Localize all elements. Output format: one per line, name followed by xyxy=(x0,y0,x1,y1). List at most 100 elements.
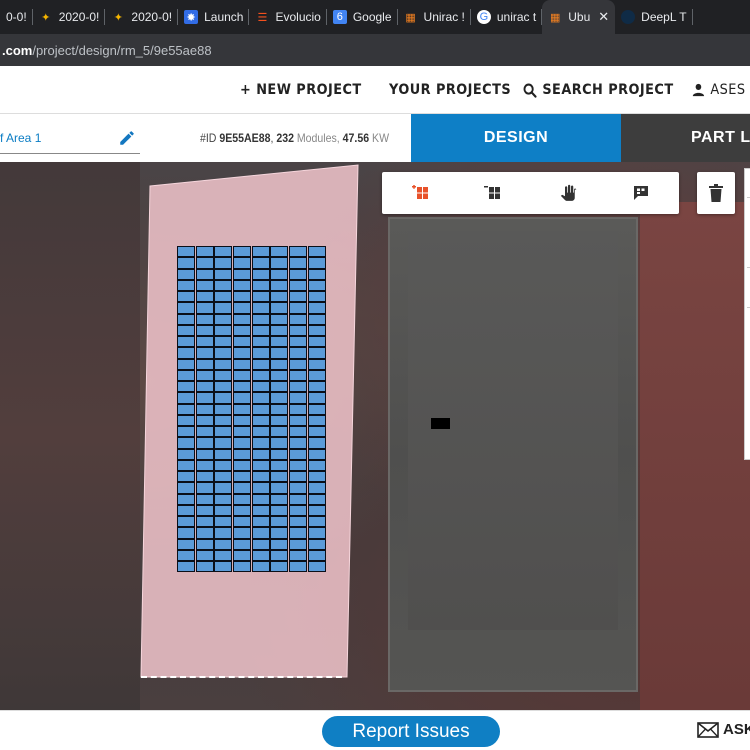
solar-panel[interactable] xyxy=(233,403,252,415)
new-project-link[interactable]: + NEW PROJECT xyxy=(240,82,362,98)
solar-panel[interactable] xyxy=(177,347,195,359)
solar-panel[interactable] xyxy=(307,291,326,303)
solar-panel[interactable] xyxy=(307,302,326,314)
solar-panel[interactable] xyxy=(251,268,270,280)
solar-panel[interactable] xyxy=(251,527,270,539)
solar-panel[interactable] xyxy=(289,561,308,573)
solar-panel[interactable] xyxy=(251,561,270,573)
browser-tab[interactable]: 0-0! xyxy=(0,0,33,34)
solar-panel[interactable] xyxy=(307,381,326,393)
solar-panel[interactable] xyxy=(270,516,289,528)
solar-panel[interactable] xyxy=(177,527,195,539)
solar-panel[interactable] xyxy=(195,324,214,336)
solar-panel[interactable] xyxy=(289,459,308,471)
solar-panel[interactable] xyxy=(251,302,270,314)
solar-panel[interactable] xyxy=(233,504,252,516)
solar-panel[interactable] xyxy=(307,448,326,460)
solar-panel[interactable] xyxy=(195,392,214,404)
solar-panel[interactable] xyxy=(233,324,252,336)
solar-panel[interactable] xyxy=(177,493,195,505)
solar-panel[interactable] xyxy=(195,403,214,415)
solar-panel[interactable] xyxy=(270,347,289,359)
browser-tab[interactable]: ▦ Ubu ✕ xyxy=(542,0,616,34)
solar-panel[interactable] xyxy=(233,561,252,573)
solar-panel[interactable] xyxy=(307,482,326,494)
solar-panel[interactable] xyxy=(289,471,308,483)
solar-panel[interactable] xyxy=(251,313,270,325)
solar-panel[interactable] xyxy=(195,561,214,573)
solar-panel[interactable] xyxy=(233,336,252,348)
side-panel-edge[interactable] xyxy=(744,168,750,460)
solar-panel[interactable] xyxy=(289,538,308,550)
solar-panel[interactable] xyxy=(251,392,270,404)
solar-panel[interactable] xyxy=(289,336,308,348)
solar-panel[interactable] xyxy=(307,403,326,415)
solar-panel[interactable] xyxy=(233,493,252,505)
solar-panel[interactable] xyxy=(177,516,195,528)
solar-panel[interactable] xyxy=(307,268,326,280)
solar-panel[interactable] xyxy=(270,414,289,426)
solar-panel[interactable] xyxy=(289,549,308,561)
solar-panel[interactable] xyxy=(307,257,326,269)
solar-panel[interactable] xyxy=(307,493,326,505)
solar-panel[interactable] xyxy=(177,482,195,494)
solar-panel[interactable] xyxy=(251,246,270,258)
solar-panel[interactable] xyxy=(214,392,233,404)
solar-panel[interactable] xyxy=(214,279,233,291)
solar-panel[interactable] xyxy=(214,527,233,539)
solar-panel[interactable] xyxy=(289,358,308,370)
solar-panel[interactable] xyxy=(177,561,195,573)
solar-panel[interactable] xyxy=(195,381,214,393)
report-issues-button[interactable]: Report Issues xyxy=(322,716,500,747)
solar-panel[interactable] xyxy=(195,516,214,528)
browser-tab[interactable]: ▦ Unirac ! xyxy=(398,0,471,34)
solar-panel[interactable] xyxy=(233,347,252,359)
solar-panel[interactable] xyxy=(214,471,233,483)
solar-panel[interactable] xyxy=(177,504,195,516)
solar-panel[interactable] xyxy=(195,482,214,494)
user-menu[interactable]: ASES xyxy=(692,82,746,98)
solar-panel[interactable] xyxy=(270,504,289,516)
solar-panel[interactable] xyxy=(195,279,214,291)
solar-panel[interactable] xyxy=(251,403,270,415)
solar-panel[interactable] xyxy=(195,302,214,314)
browser-tab[interactable]: ✸ Launch xyxy=(178,0,250,34)
solar-panel[interactable] xyxy=(289,246,308,258)
solar-panel[interactable] xyxy=(307,459,326,471)
solar-panel[interactable] xyxy=(251,414,270,426)
solar-panel[interactable] xyxy=(214,504,233,516)
solar-panel[interactable] xyxy=(307,549,326,561)
solar-panel[interactable] xyxy=(270,313,289,325)
solar-panel[interactable] xyxy=(177,324,195,336)
solar-panel[interactable] xyxy=(270,459,289,471)
solar-panel[interactable] xyxy=(214,538,233,550)
solar-panel[interactable] xyxy=(214,302,233,314)
solar-panel[interactable] xyxy=(233,279,252,291)
solar-panel[interactable] xyxy=(251,291,270,303)
solar-panel[interactable] xyxy=(177,403,195,415)
solar-panel[interactable] xyxy=(289,504,308,516)
solar-panel[interactable] xyxy=(177,246,195,258)
solar-panel[interactable] xyxy=(195,291,214,303)
solar-panel[interactable] xyxy=(233,268,252,280)
solar-panel[interactable] xyxy=(233,358,252,370)
browser-address-bar[interactable]: .com/project/design/rm_5/9e55ae88 xyxy=(0,34,750,66)
solar-panel[interactable] xyxy=(177,257,195,269)
solar-panel[interactable] xyxy=(270,302,289,314)
solar-panel[interactable] xyxy=(289,426,308,438)
solar-panel[interactable] xyxy=(233,549,252,561)
solar-panel[interactable] xyxy=(251,347,270,359)
solar-panel[interactable] xyxy=(289,414,308,426)
solar-panel[interactable] xyxy=(214,246,233,258)
solar-panel[interactable] xyxy=(214,369,233,381)
solar-panel[interactable] xyxy=(270,448,289,460)
pan-hand-icon[interactable] xyxy=(558,183,578,203)
solar-panel[interactable] xyxy=(195,504,214,516)
solar-panel[interactable] xyxy=(307,347,326,359)
solar-panel[interactable] xyxy=(195,448,214,460)
solar-panel[interactable] xyxy=(214,336,233,348)
browser-tab[interactable]: 6 Google xyxy=(327,0,398,34)
solar-panel[interactable] xyxy=(233,527,252,539)
solar-panel[interactable] xyxy=(307,504,326,516)
solar-panel[interactable] xyxy=(251,482,270,494)
